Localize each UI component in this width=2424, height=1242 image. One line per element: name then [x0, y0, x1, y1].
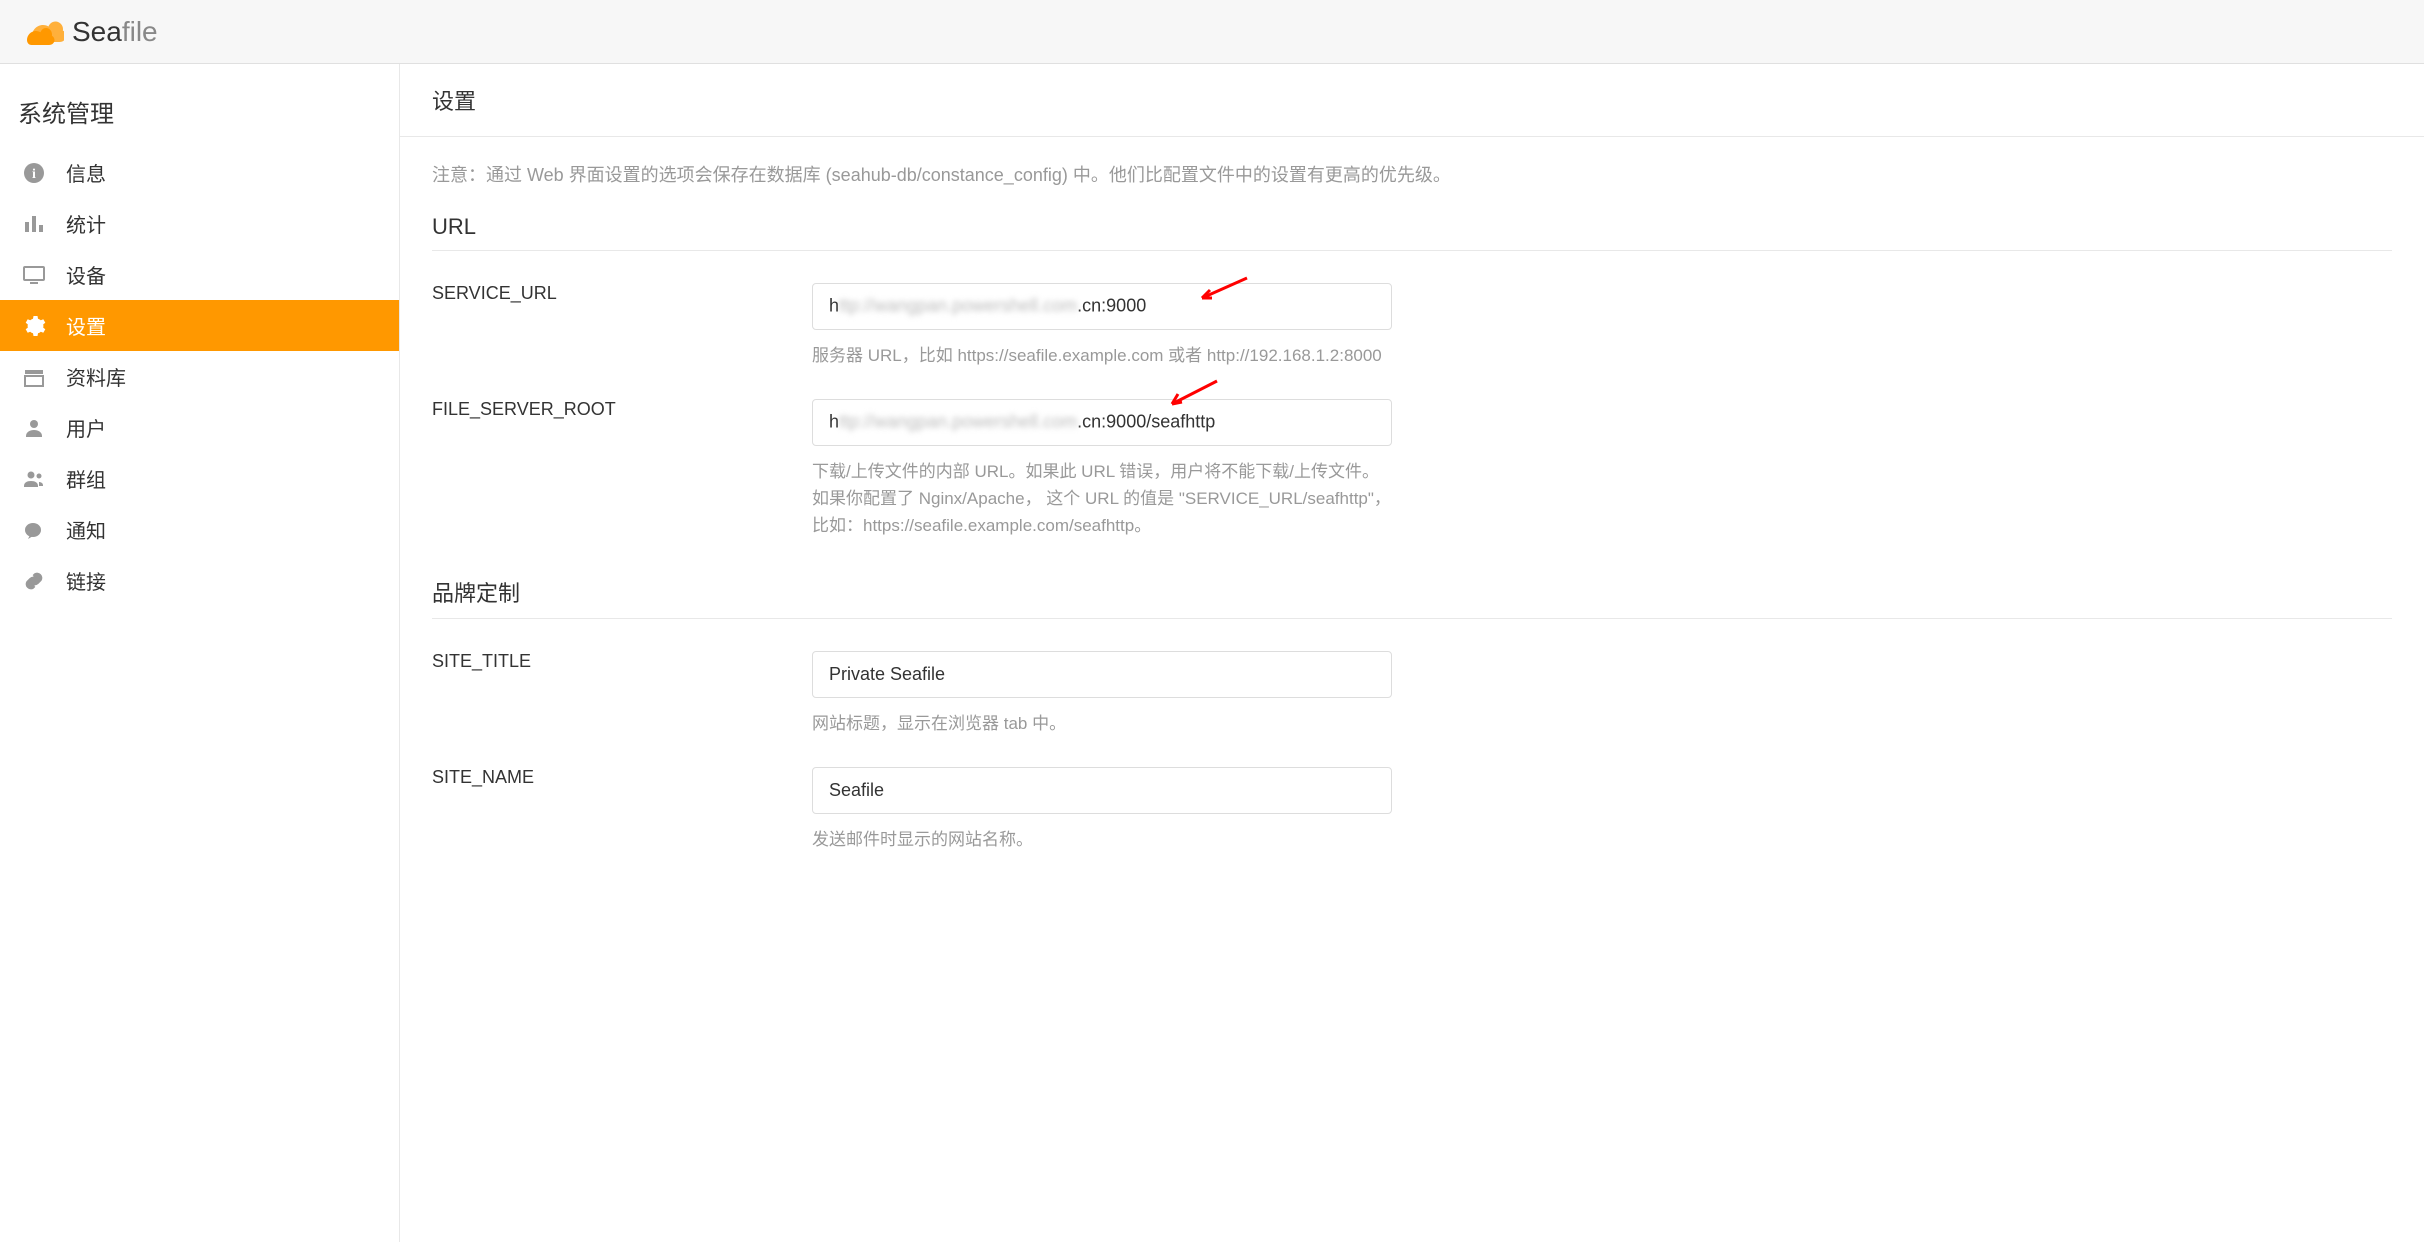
- sidebar-title: 系统管理: [0, 80, 399, 147]
- group-icon: [20, 465, 48, 493]
- sidebar-item-label: 通知: [66, 515, 106, 544]
- service-url-input[interactable]: [812, 283, 1392, 330]
- logo-text: Seafile: [72, 16, 158, 48]
- library-icon: [20, 363, 48, 391]
- page-title: 设置: [400, 64, 2424, 137]
- seafile-logo-icon: [24, 12, 64, 52]
- sidebar: 系统管理 i 信息 统计 设备 设置: [0, 64, 400, 1242]
- sidebar-item-settings[interactable]: 设置: [0, 300, 399, 351]
- sidebar-item-user[interactable]: 用户: [0, 402, 399, 453]
- setting-help: 网站标题，显示在浏览器 tab 中。: [812, 710, 1392, 737]
- sidebar-item-group[interactable]: 群组: [0, 453, 399, 504]
- user-icon: [20, 414, 48, 442]
- info-icon: i: [20, 159, 48, 187]
- section-title-url: URL: [432, 214, 2392, 251]
- setting-help: 发送邮件时显示的网站名称。: [812, 826, 1392, 853]
- svg-text:i: i: [32, 167, 36, 182]
- notification-icon: [20, 516, 48, 544]
- sidebar-item-label: 设置: [66, 311, 106, 340]
- sidebar-item-label: 设备: [66, 260, 106, 289]
- sidebar-item-label: 群组: [66, 464, 106, 493]
- sidebar-item-device[interactable]: 设备: [0, 249, 399, 300]
- sidebar-item-label: 统计: [66, 209, 106, 238]
- sidebar-item-stats[interactable]: 统计: [0, 198, 399, 249]
- header: Seafile: [0, 0, 2424, 64]
- sidebar-item-info[interactable]: i 信息: [0, 147, 399, 198]
- stats-icon: [20, 210, 48, 238]
- file-server-root-input[interactable]: [812, 399, 1392, 446]
- setting-help: 下载/上传文件的内部 URL。如果此 URL 错误，用户将不能下载/上传文件。如…: [812, 458, 1392, 540]
- gear-icon: [20, 312, 48, 340]
- sidebar-item-label: 信息: [66, 158, 106, 187]
- setting-row-site-title: SITE_TITLE 网站标题，显示在浏览器 tab 中。: [432, 627, 2392, 743]
- logo[interactable]: Seafile: [24, 12, 158, 52]
- sidebar-item-label: 资料库: [66, 362, 126, 391]
- sidebar-item-label: 用户: [66, 413, 106, 442]
- setting-label: SERVICE_URL: [432, 283, 772, 369]
- setting-label: SITE_NAME: [432, 767, 772, 853]
- setting-row-file-server-root: FILE_SERVER_ROOT http://wangpan.powershe…: [432, 375, 2392, 546]
- sidebar-item-label: 链接: [66, 566, 106, 595]
- main-content: 设置 注意：通过 Web 界面设置的选项会保存在数据库 (seahub-db/c…: [400, 64, 2424, 1242]
- site-title-input[interactable]: [812, 651, 1392, 698]
- sidebar-item-link[interactable]: 链接: [0, 555, 399, 606]
- device-icon: [20, 261, 48, 289]
- section-title-branding: 品牌定制: [432, 576, 2392, 619]
- setting-row-service-url: SERVICE_URL http://wangpan.powershell.co…: [432, 259, 2392, 375]
- setting-label: FILE_SERVER_ROOT: [432, 399, 772, 540]
- link-icon: [20, 567, 48, 595]
- settings-notice: 注意：通过 Web 界面设置的选项会保存在数据库 (seahub-db/cons…: [432, 161, 2392, 190]
- sidebar-item-notification[interactable]: 通知: [0, 504, 399, 555]
- setting-row-site-name: SITE_NAME 发送邮件时显示的网站名称。: [432, 743, 2392, 859]
- setting-label: SITE_TITLE: [432, 651, 772, 737]
- site-name-input[interactable]: [812, 767, 1392, 814]
- sidebar-item-library[interactable]: 资料库: [0, 351, 399, 402]
- setting-help: 服务器 URL，比如 https://seafile.example.com 或…: [812, 342, 1392, 369]
